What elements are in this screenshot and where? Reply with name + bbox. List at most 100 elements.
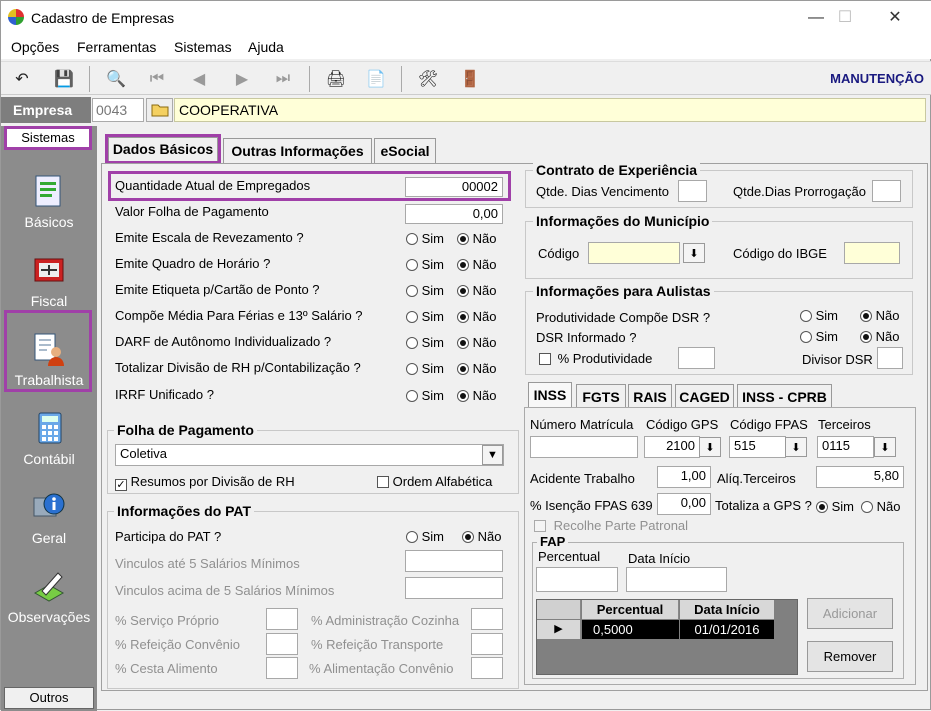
aliq-terceiros-field[interactable]: 5,80: [816, 466, 904, 488]
codigo-fpas-field[interactable]: 515: [729, 436, 786, 458]
radio-selected-icon[interactable]: [860, 331, 872, 343]
radio-selected-icon[interactable]: [816, 501, 828, 513]
exit-icon[interactable]: 🚪: [457, 67, 483, 91]
close-icon[interactable]: ✕: [875, 5, 915, 31]
servico-proprio-field[interactable]: [266, 608, 298, 630]
pat-sim-radio[interactable]: Sim: [406, 529, 444, 544]
radio-icon[interactable]: [406, 363, 418, 375]
fap-row-data[interactable]: 01/01/2016: [680, 620, 774, 639]
perc-produtividade-field[interactable]: [678, 347, 715, 369]
refeicao-convenio-field[interactable]: [266, 633, 298, 655]
totaliza-sim-radio[interactable]: Sim: [816, 499, 854, 514]
radio-selected-icon[interactable]: [457, 363, 469, 375]
menu-ajuda[interactable]: Ajuda: [248, 39, 284, 55]
numero-matricula-field[interactable]: [530, 436, 638, 458]
save-icon[interactable]: 💾: [51, 67, 77, 91]
terceiros-field[interactable]: 0115: [817, 436, 874, 458]
question-sim-radio[interactable]: Sim: [406, 361, 444, 376]
previous-record-icon[interactable]: ◀: [186, 67, 212, 91]
cesta-alimento-field[interactable]: [266, 657, 298, 679]
radio-icon[interactable]: [406, 285, 418, 297]
radio-icon[interactable]: [800, 331, 812, 343]
radio-icon[interactable]: [406, 337, 418, 349]
prod-sim-radio[interactable]: Sim: [800, 308, 838, 323]
lookup-arrow-icon[interactable]: ⬇: [699, 437, 721, 457]
radio-selected-icon[interactable]: [457, 390, 469, 402]
dias-vencimento-field[interactable]: [678, 180, 707, 202]
vinculos-acima-field[interactable]: [405, 577, 503, 599]
checkbox-icon[interactable]: [534, 520, 546, 532]
radio-icon[interactable]: [406, 311, 418, 323]
sidebar-item-contabil[interactable]: Contábil: [1, 401, 97, 477]
question-sim-radio[interactable]: Sim: [406, 335, 444, 350]
question-sim-radio[interactable]: Sim: [406, 388, 444, 403]
fap-percentual-field[interactable]: [536, 567, 618, 592]
fap-grid-header-data[interactable]: Data Início: [680, 600, 774, 619]
question-nao-radio[interactable]: Não: [457, 231, 496, 246]
question-nao-radio[interactable]: Não: [457, 309, 496, 324]
maximize-icon[interactable]: ☐: [825, 5, 865, 31]
question-nao-radio[interactable]: Não: [457, 257, 496, 272]
adicionar-button[interactable]: Adicionar: [807, 598, 893, 629]
refeicao-transporte-field[interactable]: [471, 633, 503, 655]
codigo-ibge-field[interactable]: [844, 242, 900, 264]
alimentacao-convenio-field[interactable]: [471, 657, 503, 679]
subtab-caged[interactable]: CAGED: [675, 384, 734, 408]
sidebar-item-trabalhista[interactable]: Trabalhista: [1, 322, 97, 398]
divisor-dsr-field[interactable]: [877, 347, 903, 369]
preview-icon[interactable]: 🔍: [103, 67, 129, 91]
question-sim-radio[interactable]: Sim: [406, 309, 444, 324]
last-record-icon[interactable]: ⏭: [270, 67, 296, 91]
sidebar-item-geral[interactable]: Geral: [1, 480, 97, 556]
question-nao-radio[interactable]: Não: [457, 388, 496, 403]
question-sim-radio[interactable]: Sim: [406, 257, 444, 272]
radio-selected-icon[interactable]: [457, 233, 469, 245]
radio-icon[interactable]: [406, 531, 418, 543]
isencao-fpas-field[interactable]: 0,00: [657, 493, 711, 515]
codigo-municipio-field[interactable]: [588, 242, 680, 264]
tab-dados-basicos[interactable]: Dados Básicos: [108, 137, 218, 161]
radio-icon[interactable]: [406, 259, 418, 271]
radio-icon[interactable]: [406, 233, 418, 245]
dsr-sim-radio[interactable]: Sim: [800, 329, 838, 344]
ordem-checkbox[interactable]: Ordem Alfabética: [377, 474, 492, 489]
report-icon[interactable]: 📄: [363, 67, 389, 91]
first-record-icon[interactable]: ⏮: [144, 67, 170, 91]
radio-selected-icon[interactable]: [860, 310, 872, 322]
question-sim-radio[interactable]: Sim: [406, 231, 444, 246]
prod-nao-radio[interactable]: Não: [860, 308, 899, 323]
resumos-checkbox[interactable]: ✓ Resumos por Divisão de RH: [115, 474, 295, 491]
menu-ferramentas[interactable]: Ferramentas: [77, 39, 156, 55]
totaliza-nao-radio[interactable]: Não: [861, 499, 900, 514]
subtab-inss-cprb[interactable]: INSS - CPRB: [737, 384, 832, 408]
qtd-empregados-field[interactable]: 00002: [405, 177, 503, 197]
chevron-down-icon[interactable]: ▼: [482, 445, 503, 465]
print-icon[interactable]: 🖨: [323, 67, 349, 91]
radio-icon[interactable]: [406, 390, 418, 402]
sidebar-footer-button[interactable]: Outros: [4, 687, 94, 709]
checkbox-icon[interactable]: [377, 476, 389, 488]
folder-icon[interactable]: [146, 98, 173, 122]
remover-button[interactable]: Remover: [807, 641, 893, 672]
vinculos-ate-field[interactable]: [405, 550, 503, 572]
perc-produtividade-checkbox[interactable]: % Produtividade: [539, 351, 652, 366]
empresa-name-field[interactable]: COOPERATIVA: [174, 98, 926, 122]
lookup-arrow-icon[interactable]: ⬇: [683, 243, 705, 263]
next-record-icon[interactable]: ▶: [229, 67, 255, 91]
undo-icon[interactable]: ↶: [9, 67, 35, 91]
radio-selected-icon[interactable]: [457, 259, 469, 271]
radio-selected-icon[interactable]: [457, 311, 469, 323]
dsr-nao-radio[interactable]: Não: [860, 329, 899, 344]
question-sim-radio[interactable]: Sim: [406, 283, 444, 298]
pat-nao-radio[interactable]: Não: [462, 529, 501, 544]
radio-icon[interactable]: [800, 310, 812, 322]
question-nao-radio[interactable]: Não: [457, 361, 496, 376]
subtab-rais[interactable]: RAIS: [628, 384, 672, 408]
tab-outras-informacoes[interactable]: Outras Informações: [223, 138, 372, 164]
subtab-fgts[interactable]: FGTS: [576, 384, 626, 408]
checkbox-checked-icon[interactable]: ✓: [115, 479, 127, 491]
fap-grid-header-percentual[interactable]: Percentual: [582, 600, 679, 619]
sidebar-item-fiscal[interactable]: Fiscal: [1, 243, 97, 319]
fap-row-percentual[interactable]: 0,5000: [582, 620, 679, 639]
checkbox-icon[interactable]: [539, 353, 551, 365]
